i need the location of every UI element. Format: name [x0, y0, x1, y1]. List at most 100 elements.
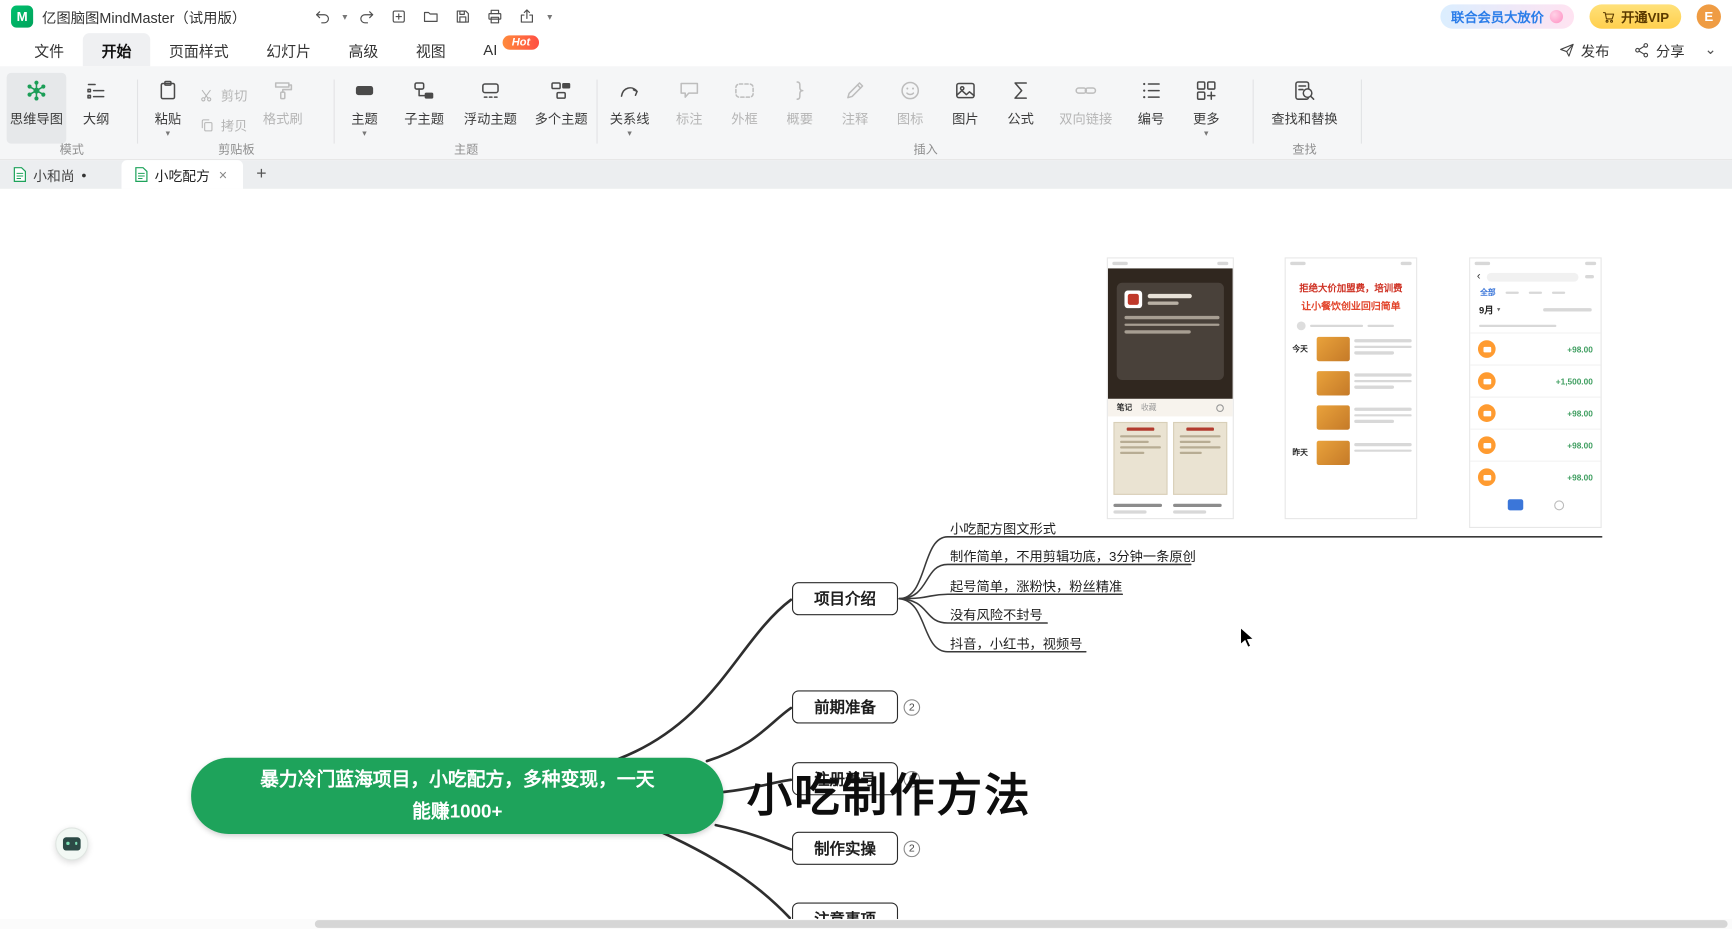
merchant-icon	[1478, 404, 1496, 422]
undo-caret-icon[interactable]: ▾	[342, 12, 347, 22]
bill-row[interactable]: +98.00	[1470, 429, 1600, 461]
callout-button[interactable]: 标注	[665, 73, 714, 144]
ai-assistant-bubble[interactable]	[55, 827, 88, 860]
profile-header	[1108, 268, 1233, 398]
undo-button[interactable]	[310, 4, 334, 28]
outline-mode-button[interactable]: 大纲	[71, 73, 122, 144]
find-replace-button[interactable]: 查找和替换	[1257, 73, 1352, 144]
bill-row[interactable]: +1,500.00	[1470, 365, 1600, 397]
today-label: 今天	[1292, 344, 1307, 355]
paste-button[interactable]: 粘贴 ▾	[141, 73, 194, 144]
text-bar	[1120, 441, 1149, 443]
subtopic-easy-production[interactable]: 制作简单，不用剪辑功底，3分钟一条原创	[950, 547, 1196, 566]
attached-image-profile[interactable]: 笔记 收藏	[1107, 257, 1234, 519]
print-button[interactable]	[483, 4, 507, 28]
picture-button[interactable]: 图片	[941, 73, 990, 144]
subtopic-fast-growth[interactable]: 起号简单，涨粉快，粉丝精准	[950, 577, 1122, 596]
redo-button[interactable]	[355, 4, 379, 28]
footer-icon[interactable]	[1554, 500, 1564, 510]
robot-face-icon	[63, 837, 81, 850]
doc-tab-2[interactable]: 小吃配方 ×	[122, 160, 244, 189]
collapse-badge-preparation[interactable]: 2	[904, 699, 921, 716]
menu-tab-ai[interactable]: AI Hot	[464, 33, 557, 66]
collapse-ribbon-icon[interactable]: ⌄	[1705, 41, 1717, 59]
export-caret-icon[interactable]: ▾	[547, 12, 552, 22]
numbering-button[interactable]: 编号	[1127, 73, 1176, 144]
floating-topic-button[interactable]: 浮动主题	[457, 73, 523, 144]
copy-button[interactable]: 拷贝	[199, 116, 248, 135]
text-bar	[1120, 435, 1161, 437]
publish-button[interactable]: 发布	[1559, 39, 1610, 60]
favorites-tab[interactable]: 收藏	[1141, 402, 1156, 413]
mindmap-mode-button[interactable]: 思维导图	[7, 73, 67, 144]
merchant-icon	[1478, 340, 1496, 358]
subtopic-button[interactable]: 子主题	[395, 73, 452, 144]
menu-tab-page-style[interactable]: 页面样式	[150, 33, 247, 66]
attached-image-ad[interactable]: 拒绝大价加盟费，培训费 让小餐饮创业回归简单 今天 昨天	[1285, 257, 1418, 519]
format-painter-button[interactable]: 格式刷	[252, 73, 314, 144]
save-button[interactable]	[451, 4, 475, 28]
attached-image-bill[interactable]: ‹ 全部 9月 ▾ +98.00 +1,500.00 +98.00 +98.00…	[1469, 257, 1602, 528]
subtopic-platforms[interactable]: 抖音，小红书，视频号	[950, 634, 1083, 653]
month-caret-icon[interactable]: ▾	[1497, 306, 1500, 314]
branch-node-preparation[interactable]: 前期准备	[792, 690, 898, 723]
share-button[interactable]: 分享	[1634, 39, 1685, 60]
central-topic-node[interactable]: 暴力冷门蓝海项目，小吃配方，多种变现，一天能赚1000+	[191, 758, 723, 834]
branch-node-project-intro[interactable]: 项目介绍	[792, 582, 898, 615]
format-painter-label: 格式刷	[263, 109, 303, 128]
back-icon[interactable]: ‹	[1477, 271, 1481, 282]
mindmap-canvas[interactable]: 暴力冷门蓝海项目，小吃配方，多种变现，一天能赚1000+ 小吃制作方法 项目介绍…	[0, 189, 1732, 919]
new-document-button[interactable]	[387, 4, 411, 28]
more-insert-label: 更多	[1193, 109, 1220, 128]
topic-button[interactable]: 主题 ▾	[338, 73, 391, 144]
collapse-badge-practice[interactable]: 2	[904, 841, 921, 858]
close-tab-icon[interactable]: ×	[219, 166, 227, 183]
summary-label: 概要	[786, 109, 813, 128]
more-insert-button[interactable]: 更多 ▾	[1182, 73, 1231, 144]
menu-tab-view[interactable]: 视图	[397, 33, 464, 66]
cut-button[interactable]: 剪切	[199, 86, 248, 105]
bill-amount: +1,500.00	[1556, 376, 1593, 386]
horizontal-scrollbar[interactable]	[0, 919, 1732, 929]
menu-tab-file[interactable]: 文件	[15, 33, 82, 66]
vip-button[interactable]: 开通VIP	[1589, 4, 1681, 28]
summary-button[interactable]: 概要	[775, 73, 824, 144]
user-avatar[interactable]: E	[1697, 4, 1721, 28]
footer-icon[interactable]	[1507, 499, 1522, 510]
picture-label: 图片	[952, 109, 979, 128]
bill-row[interactable]: +98.00	[1470, 397, 1600, 429]
more-grid-icon	[1194, 78, 1218, 102]
new-tab-button[interactable]: +	[243, 160, 280, 189]
doc-tab-1[interactable]: 小和尚 ●	[0, 160, 122, 189]
print-icon	[487, 8, 505, 26]
search-pill[interactable]	[1487, 272, 1578, 281]
export-button[interactable]	[515, 4, 539, 28]
ribbon-group-insert: 关系线 ▾ 标注 外框 概要 注释 图标	[601, 66, 1251, 160]
month-label[interactable]: 9月	[1479, 303, 1494, 316]
menu-tab-advanced[interactable]: 高级	[330, 33, 397, 66]
scrollbar-thumb[interactable]	[315, 920, 1728, 928]
branch-node-notes[interactable]: 注意事项	[792, 902, 898, 919]
text-bar	[1120, 446, 1161, 448]
formula-button[interactable]: 公式	[996, 73, 1045, 144]
subtopic-no-risk[interactable]: 没有风险不封号	[950, 605, 1043, 624]
group-label-find: 查找	[1257, 140, 1352, 158]
bill-row[interactable]: +98.00	[1470, 461, 1600, 493]
open-file-button[interactable]	[419, 4, 443, 28]
relationship-line-button[interactable]: 关系线 ▾	[601, 73, 658, 144]
floating-title-text[interactable]: 小吃制作方法	[747, 773, 1032, 818]
branch-node-practice[interactable]: 制作实操	[792, 832, 898, 865]
filter-tab-all[interactable]: 全部	[1480, 287, 1495, 298]
menu-tab-home[interactable]: 开始	[83, 33, 150, 66]
menu-tab-slideshow[interactable]: 幻灯片	[247, 33, 329, 66]
boundary-button[interactable]: 外框	[720, 73, 769, 144]
subtopic-image-text-format[interactable]: 小吃配方图文形式	[950, 519, 1056, 538]
member-promo-badge[interactable]: 联合会员大放价	[1440, 4, 1574, 28]
bill-row[interactable]: +98.00	[1470, 332, 1600, 364]
text-bar	[1173, 504, 1222, 507]
icon-insert-button[interactable]: 图标	[886, 73, 935, 144]
bidirectional-link-button[interactable]: 双向链接	[1052, 73, 1120, 144]
notes-tab[interactable]: 笔记	[1117, 402, 1132, 413]
multiple-topics-button[interactable]: 多个主题	[528, 73, 594, 144]
comment-button[interactable]: 注释	[831, 73, 880, 144]
